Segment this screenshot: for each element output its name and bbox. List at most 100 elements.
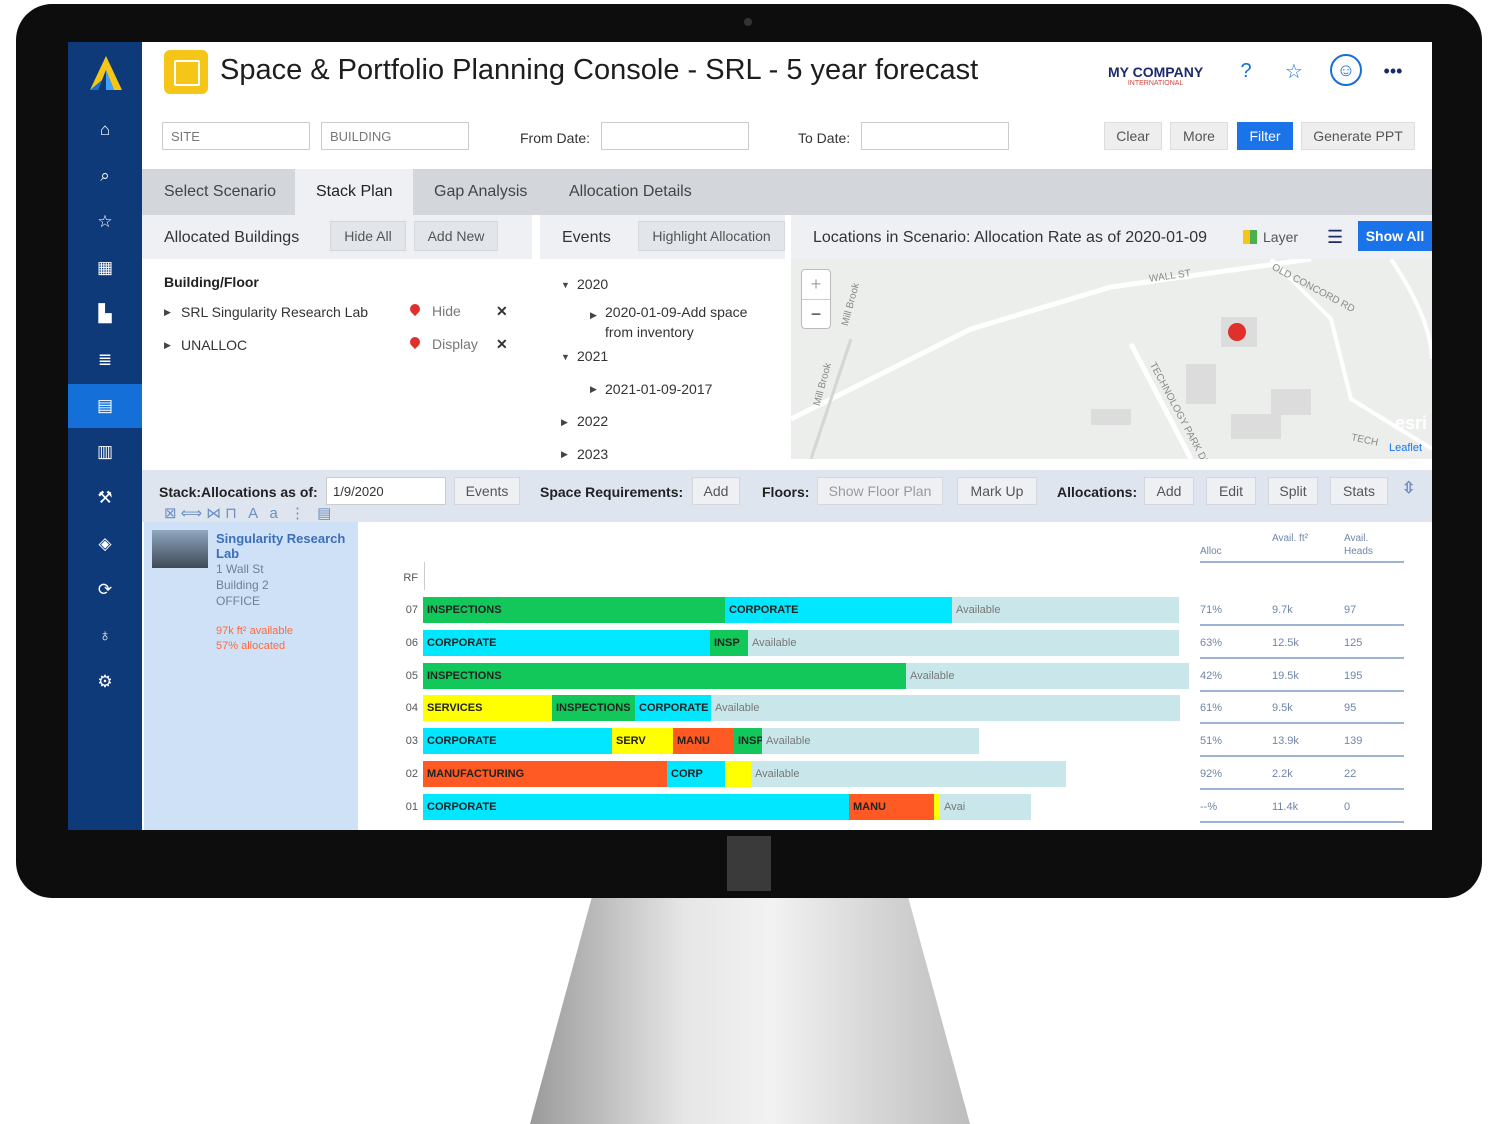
allocation-segment[interactable]: Available — [751, 761, 1066, 787]
building-row-label[interactable]: UNALLOC — [181, 337, 247, 353]
report-icon[interactable]: ▥ — [68, 430, 142, 474]
expand-caret-icon[interactable]: ▶ — [561, 417, 568, 428]
events-button[interactable]: Events — [454, 477, 520, 505]
stack-tools-icon[interactable]: ⊠⟺⋈⊓ A a ⋮ ▤ — [164, 504, 335, 522]
tab-gap-analysis[interactable]: Gap Analysis — [434, 169, 527, 215]
location-map[interactable]: + − WALL ST OLD CONCORD RD TECHNOLOGY PA… — [791, 259, 1432, 459]
highlight-allocation-button[interactable]: Highlight Allocation — [638, 221, 785, 251]
event-year[interactable]: 2022 — [577, 413, 608, 429]
edit-allocation-button[interactable]: Edit — [1206, 477, 1256, 505]
help-icon[interactable]: ? — [1233, 58, 1259, 84]
allocation-segment[interactable]: SERV — [612, 728, 673, 755]
gear-icon[interactable]: ⚙ — [68, 660, 142, 704]
display-building-button[interactable]: Display — [432, 336, 478, 352]
from-date-input[interactable] — [601, 122, 749, 150]
allocation-segment[interactable]: INSPECTIONS — [423, 662, 906, 689]
building-icon[interactable]: ▙ — [68, 292, 142, 336]
expand-caret-icon[interactable]: ▶ — [164, 307, 171, 318]
allocation-segment[interactable]: MANU — [673, 728, 734, 755]
allocation-segment[interactable]: CORP — [667, 761, 725, 787]
legend-list-icon[interactable]: ☰ — [1327, 227, 1343, 248]
expand-caret-icon[interactable]: ▶ — [590, 310, 597, 321]
filter-button[interactable]: Filter — [1237, 122, 1293, 150]
allocation-segment[interactable]: INSP — [710, 629, 748, 656]
allocation-segment[interactable]: Available — [952, 597, 1179, 623]
allocation-segment[interactable]: CORPORATE — [423, 629, 710, 656]
show-all-button[interactable]: Show All — [1358, 221, 1432, 251]
split-allocation-button[interactable]: Split — [1268, 477, 1318, 505]
more-button[interactable]: More — [1170, 122, 1228, 150]
layer-button[interactable]: Layer — [1243, 229, 1298, 245]
allocation-segment[interactable]: MANU — [849, 793, 934, 820]
collapse-caret-icon[interactable]: ▼ — [561, 280, 570, 290]
expand-caret-icon[interactable]: ▶ — [561, 449, 568, 460]
allocation-segment[interactable] — [725, 761, 751, 787]
allocation-segment[interactable]: MANUFACTURING — [423, 761, 667, 787]
leaflet-attribution[interactable]: Leaflet — [1389, 442, 1422, 454]
chart-icon[interactable]: ≣ — [68, 338, 142, 382]
building-name[interactable]: Singularity Research Lab — [216, 531, 354, 561]
floor-avail-ft-value: 13.9k — [1272, 735, 1299, 748]
stats-button[interactable]: Stats — [1330, 477, 1388, 505]
to-date-input[interactable] — [861, 122, 1009, 150]
add-new-button[interactable]: Add New — [414, 221, 498, 251]
event-year[interactable]: 2023 — [577, 446, 608, 460]
remove-icon[interactable]: ✕ — [496, 303, 508, 320]
expand-caret-icon[interactable]: ▶ — [590, 384, 597, 395]
sync-icon[interactable]: ⟳ — [68, 568, 142, 612]
collapse-caret-icon[interactable]: ▼ — [561, 352, 570, 362]
allocation-segment[interactable]: Available — [748, 629, 1179, 656]
wrench-icon[interactable]: ⚒ — [68, 476, 142, 520]
event-year[interactable]: 2020 — [577, 276, 608, 292]
allocation-segment[interactable]: INSPECTIONS — [552, 695, 635, 722]
hide-building-button[interactable]: Hide — [432, 303, 461, 319]
expand-panel-icon[interactable]: ⇳ — [1402, 478, 1415, 498]
hide-all-button[interactable]: Hide All — [330, 221, 406, 251]
allocation-segment[interactable]: INSP — [734, 728, 762, 755]
event-year[interactable]: 2021 — [577, 348, 608, 364]
bulb-icon[interactable]: ♁ — [68, 614, 142, 658]
building-card[interactable]: Singularity Research Lab 1 Wall St Build… — [144, 522, 358, 830]
as-of-date-input[interactable]: 1/9/2020 — [326, 477, 446, 505]
building-input[interactable]: BUILDING — [321, 122, 469, 150]
allocation-segment[interactable]: Available — [762, 728, 979, 755]
site-input[interactable]: SITE — [162, 122, 310, 150]
allocation-segment[interactable]: CORPORATE — [423, 793, 849, 820]
search-icon[interactable]: ⌕ — [68, 154, 142, 198]
zoom-in-button[interactable]: + — [802, 270, 830, 300]
allocation-segment[interactable]: CORPORATE — [725, 597, 952, 623]
expand-caret-icon[interactable]: ▶ — [164, 340, 171, 351]
allocation-segment[interactable]: Available — [906, 662, 1189, 689]
allocation-segment[interactable]: Avai — [940, 793, 1031, 820]
clear-button[interactable]: Clear — [1104, 122, 1162, 150]
zoom-out-button[interactable]: − — [802, 300, 830, 329]
star-icon[interactable]: ☆ — [68, 200, 142, 244]
show-floor-plan-button[interactable]: Show Floor Plan — [817, 477, 943, 505]
more-menu-icon[interactable]: ••• — [1380, 58, 1406, 84]
allocation-segment[interactable]: CORPORATE — [635, 695, 711, 722]
stack-plan-icon[interactable]: ▤ — [68, 384, 142, 428]
tab-select-scenario[interactable]: Select Scenario — [164, 169, 276, 215]
grid-icon[interactable]: ▦ — [68, 246, 142, 290]
location-marker[interactable] — [1228, 323, 1246, 341]
favorites-icon[interactable]: ☆ — [1281, 58, 1307, 84]
monitor-camera — [744, 18, 752, 26]
add-allocation-button[interactable]: Add — [1144, 477, 1194, 505]
building-row-label[interactable]: SRL Singularity Research Lab — [181, 304, 368, 320]
allocation-segment[interactable]: SERVICES — [423, 695, 552, 722]
tab-stack-plan[interactable]: Stack Plan — [295, 169, 414, 215]
allocation-segment[interactable]: INSPECTIONS — [423, 597, 725, 623]
compass-icon[interactable]: ◈ — [68, 522, 142, 566]
home-icon[interactable]: ⌂ — [68, 108, 142, 152]
mark-up-button[interactable]: Mark Up — [957, 477, 1037, 505]
remove-icon[interactable]: ✕ — [496, 336, 508, 353]
allocation-segment[interactable]: Available — [711, 695, 1180, 722]
generate-ppt-button[interactable]: Generate PPT — [1301, 122, 1415, 150]
tab-allocation-details[interactable]: Allocation Details — [569, 169, 692, 215]
user-avatar-icon[interactable]: ☺ — [1330, 54, 1362, 86]
event-item[interactable]: 2020-01-09-Add space from inventory — [605, 302, 765, 342]
event-item[interactable]: 2021-01-09-2017 — [605, 381, 712, 397]
add-space-requirement-button[interactable]: Add — [692, 477, 740, 505]
from-date-label: From Date: — [520, 130, 591, 146]
allocation-segment[interactable]: CORPORATE — [423, 728, 612, 755]
